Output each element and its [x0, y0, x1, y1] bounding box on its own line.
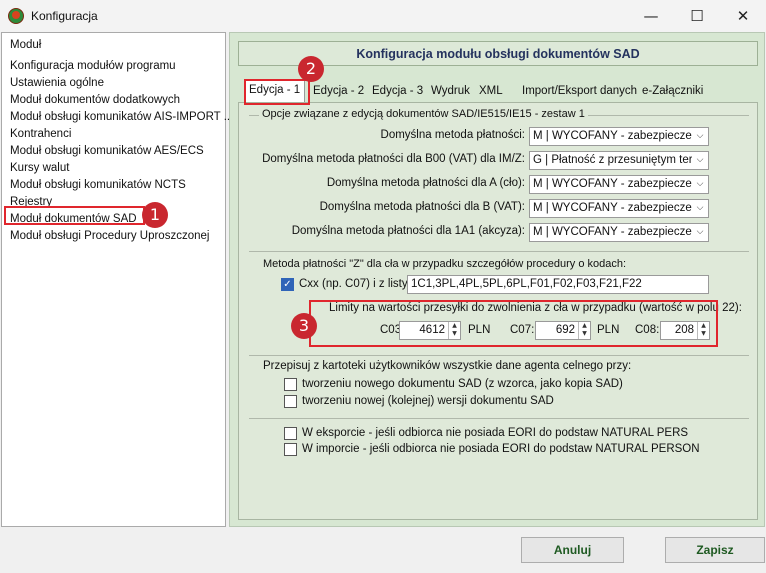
save-button[interactable]: Zapisz: [665, 537, 765, 563]
config-panel: Konfiguracja modułu obsługi dokumentów S…: [229, 32, 765, 527]
app-icon: [8, 8, 24, 24]
nav-item-ncts[interactable]: Moduł obsługi komunikatów NCTS: [10, 179, 186, 191]
nav-item-kontrahenci[interactable]: Kontrahenci: [10, 128, 71, 140]
group3-title: Przepisuj z kartoteki użytkowników wszys…: [263, 360, 632, 372]
payment-default-select[interactable]: M | WYCOFANY - zabezpieczenie ⌵: [529, 127, 709, 146]
payment-1a1-select[interactable]: M | WYCOFANY - zabezpieczenie ⌵: [529, 223, 709, 242]
payment-b00-select[interactable]: G | Płatność z przesuniętym termi ⌵: [529, 151, 709, 170]
tab-xml[interactable]: XML: [475, 82, 507, 102]
payment-b-select[interactable]: M | WYCOFANY - zabezpieczenie ⌵: [529, 199, 709, 218]
group1-title: Opcje związane z edycją dokumentów SAD/I…: [259, 108, 588, 120]
annotation-badge-3: 3: [291, 313, 317, 339]
tab-e-zalaczniki[interactable]: e-Załączniki: [638, 82, 707, 102]
chevron-down-icon: ⌵: [692, 128, 708, 145]
payment-default-label: Domyślna metoda płatności:: [380, 129, 525, 141]
nav-item-ustawienia[interactable]: Ustawienia ogólne: [10, 77, 104, 89]
procedure-codes-input[interactable]: 1C1,3PL,4PL,5PL,6PL,F01,F02,F03,F21,F22: [407, 275, 709, 294]
payment-b-label: Domyślna metoda płatności dla B (VAT):: [319, 201, 525, 213]
cancel-button[interactable]: Anuluj: [521, 537, 624, 563]
nav-item-dokumenty-dodatkowe[interactable]: Moduł dokumentów dodatkowych: [10, 94, 180, 106]
tab-wydruk[interactable]: Wydruk: [427, 82, 474, 102]
group2-divider: [249, 251, 749, 252]
nav-item-kursy-walut[interactable]: Kursy walut: [10, 162, 69, 174]
title-bar: Konfiguracja — ☐ ✕: [0, 0, 766, 32]
module-list: Moduł Konfiguracja modułów programu Usta…: [1, 32, 233, 527]
cxx-checkbox[interactable]: ✓: [281, 278, 294, 291]
maximize-icon[interactable]: ☐: [674, 0, 720, 32]
nav-item-modul[interactable]: Moduł: [10, 39, 41, 51]
group2-title: Metoda płatności "Z" dla cła w przypadku…: [263, 258, 627, 270]
nav-item-aes-ecs[interactable]: Moduł obsługi komunikatów AES/ECS: [10, 145, 204, 157]
copy-agent-new-version-checkbox[interactable]: [284, 395, 297, 408]
eori-export-label: W eksporcie - jeśli odbiorca nie posiada…: [302, 427, 689, 439]
payment-1a1-label: Domyślna metoda płatności dla 1A1 (akcyz…: [291, 225, 525, 237]
payment-a-select[interactable]: M | WYCOFANY - zabezpieczenie ⌵: [529, 175, 709, 194]
nav-item-procedura-uproszczona[interactable]: Moduł obsługi Procedury Uproszczonej: [10, 230, 209, 242]
payment-a-label: Domyślna metoda płatności dla A (cło):: [326, 177, 525, 189]
copy-agent-new-sad-checkbox[interactable]: [284, 378, 297, 391]
nav-item-konfiguracja[interactable]: Konfiguracja modułów programu: [10, 60, 176, 72]
group3-divider: [249, 355, 749, 356]
eori-import-checkbox[interactable]: [284, 443, 297, 456]
annotation-badge-2: 2: [298, 56, 324, 82]
copy-agent-new-version-label: tworzeniu nowej (kolejnej) wersji dokume…: [302, 395, 554, 407]
chevron-down-icon: ⌵: [692, 152, 708, 169]
copy-agent-new-sad-label: tworzeniu nowego dokumentu SAD (z wzorca…: [302, 378, 623, 390]
chevron-down-icon: ⌵: [692, 176, 708, 193]
chevron-down-icon: ⌵: [692, 200, 708, 217]
minimize-icon[interactable]: —: [628, 0, 674, 32]
tab-edycja-3[interactable]: Edycja - 3: [368, 82, 427, 102]
nav-item-ais-import[interactable]: Moduł obsługi komunikatów AIS-IMPORT ...: [10, 111, 233, 123]
tab-highlight: [244, 79, 310, 105]
group4-divider: [249, 418, 749, 419]
close-icon[interactable]: ✕: [720, 0, 766, 32]
window-title: Konfiguracja: [31, 9, 98, 23]
tab-edycja-2[interactable]: Edycja - 2: [309, 82, 368, 102]
annotation-badge-1: 1: [142, 202, 168, 228]
tab-import-eksport[interactable]: Import/Eksport danych: [518, 82, 641, 102]
selection-highlight: [4, 206, 145, 225]
eori-export-checkbox[interactable]: [284, 427, 297, 440]
payment-b00-label: Domyślna metoda płatności dla B00 (VAT) …: [262, 153, 525, 165]
limits-highlight: [309, 300, 718, 347]
cxx-label: Cxx (np. C07) i z listy:: [299, 278, 411, 290]
chevron-down-icon: ⌵: [692, 224, 708, 241]
eori-import-label: W imporcie - jeśli odbiorca nie posiada …: [302, 443, 700, 455]
